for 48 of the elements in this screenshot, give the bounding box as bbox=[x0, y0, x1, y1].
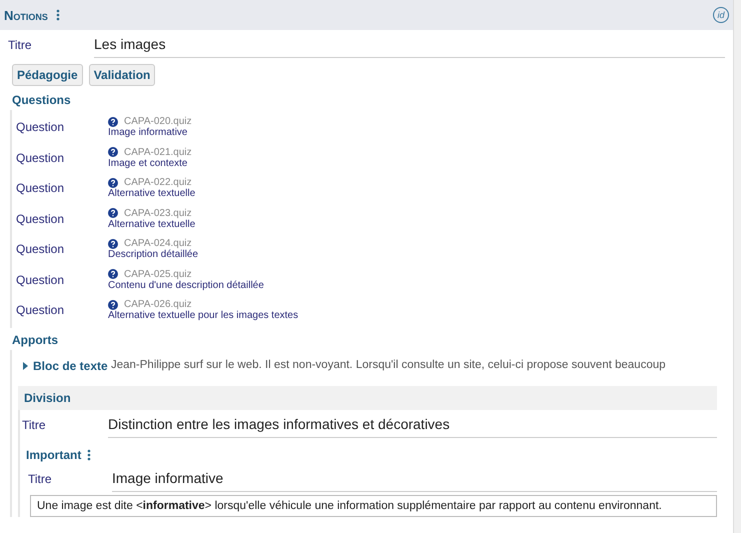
item-label: Question bbox=[16, 272, 66, 287]
paragraph-field[interactable]: Une image est dite <informative> lorsqu'elle véhicule une information supplémentaire par rapport au contenu environnant. bbox=[30, 494, 717, 516]
section-heading: Apports bbox=[11, 332, 59, 348]
section-heading: Important bbox=[26, 448, 82, 462]
file-name[interactable]: CAPA-021.quiz bbox=[124, 146, 192, 158]
file-name[interactable]: CAPA-020.quiz bbox=[124, 116, 192, 128]
more-options-icon[interactable] bbox=[87, 448, 92, 460]
item-label: Question bbox=[16, 212, 66, 226]
caret-icon bbox=[23, 362, 28, 370]
item-label: Question bbox=[16, 181, 66, 196]
block-toggle[interactable]: Bloc de texte bbox=[18, 358, 111, 374]
file-name[interactable]: CAPA-026.quiz bbox=[124, 299, 192, 310]
title-field[interactable]: Image informative bbox=[112, 466, 717, 492]
more-options-icon[interactable] bbox=[56, 9, 60, 21]
file-name[interactable]: CAPA-024.quiz bbox=[124, 238, 192, 250]
item-label: Question bbox=[16, 242, 66, 256]
section-title: Notions bbox=[4, 8, 48, 22]
field-label: Titre bbox=[28, 472, 53, 486]
id-icon[interactable]: id bbox=[713, 7, 729, 23]
question-title: Description détaillée bbox=[108, 249, 198, 260]
division-title: Division bbox=[24, 390, 71, 404]
file-name[interactable]: CAPA-025.quiz bbox=[124, 268, 192, 280]
help-icon bbox=[108, 147, 118, 158]
question-title: Alternative textuelle bbox=[108, 188, 196, 200]
section-heading: Questions bbox=[11, 92, 72, 109]
help-icon bbox=[108, 300, 118, 310]
field-label: Titre bbox=[8, 38, 33, 52]
question-title: Alternative textuelle bbox=[108, 218, 196, 230]
title-field[interactable]: Distinction entre les images informatives et décoratives bbox=[108, 412, 717, 438]
item-label: Question bbox=[16, 303, 66, 318]
file-name[interactable]: CAPA-022.quiz bbox=[124, 177, 192, 188]
help-icon bbox=[108, 178, 118, 188]
field-label: Titre bbox=[22, 418, 47, 432]
title-field[interactable]: Les images bbox=[94, 32, 725, 58]
question-title: Image informative bbox=[108, 127, 188, 138]
file-name[interactable]: CAPA-023.quiz bbox=[124, 208, 192, 219]
help-icon bbox=[108, 238, 118, 249]
question-title: Alternative textuelle pour les images textes bbox=[108, 310, 298, 322]
item-label: Question bbox=[16, 120, 66, 134]
tab-button[interactable]: Validation bbox=[88, 64, 156, 86]
help-icon bbox=[108, 116, 118, 127]
text-preview: Jean-Philippe surf sur le web. Il est non-voyant. Lorsqu'il consulte un site, celui-ci propose souvent beaucoup bbox=[111, 358, 666, 372]
item-label: Question bbox=[16, 150, 66, 165]
help-icon bbox=[108, 269, 118, 280]
tab-button[interactable]: Pédagogie bbox=[12, 64, 83, 86]
help-icon bbox=[108, 208, 118, 218]
question-title: Image et contexte bbox=[108, 158, 188, 169]
question-title: Contenu d'une description détaillée bbox=[108, 280, 264, 291]
